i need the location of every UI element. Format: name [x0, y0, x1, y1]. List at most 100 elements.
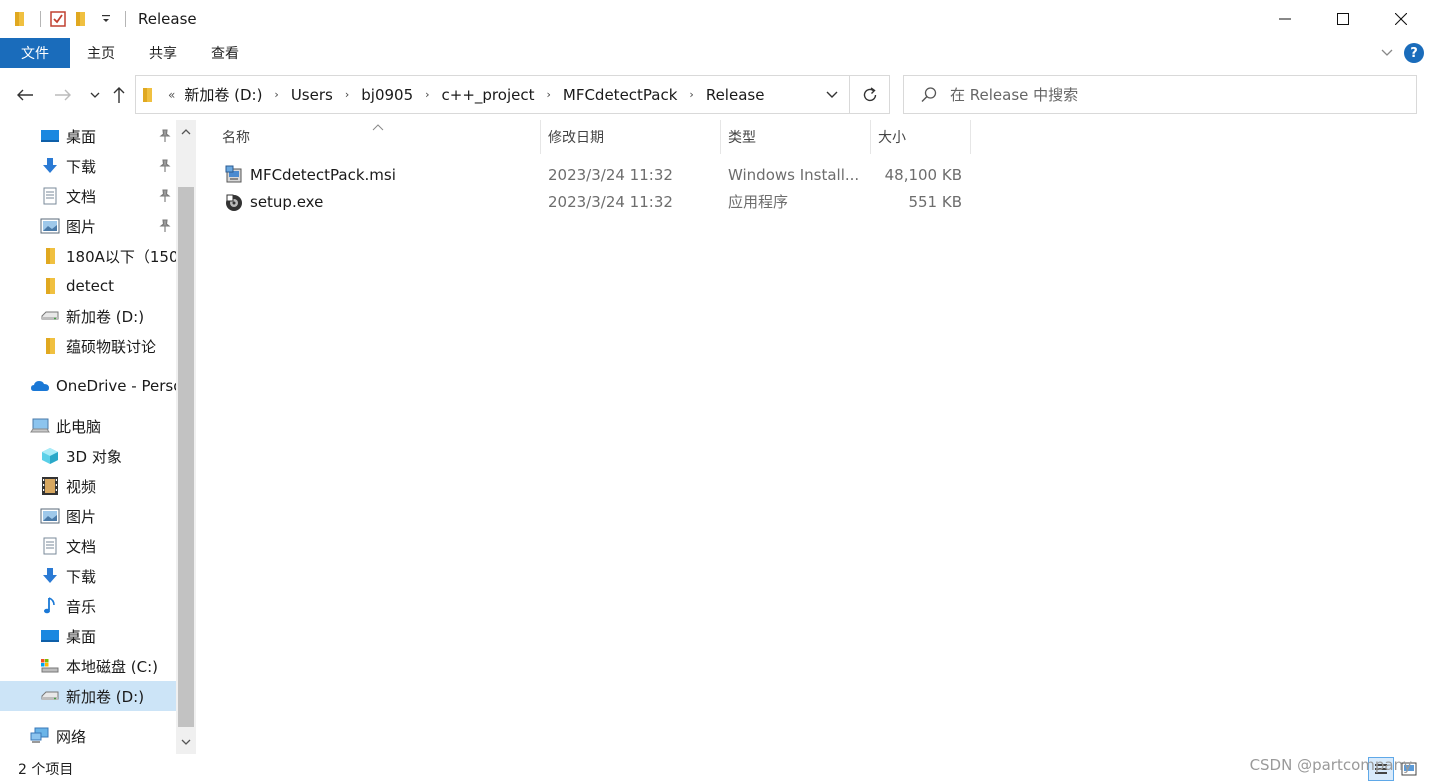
msi-installer-icon [224, 165, 244, 185]
help-icon[interactable]: ? [1404, 43, 1424, 63]
sidebar-item-music[interactable]: 音乐 [0, 591, 176, 621]
sidebar-item-folder-discussion[interactable]: 蕴硕物联讨论 [0, 331, 176, 361]
column-header-modified[interactable]: 修改日期 [540, 120, 720, 154]
sidebar-item-3d-objects[interactable]: 3D 对象 [0, 441, 176, 471]
sidebar-item-label: 新加卷 (D:) [66, 307, 145, 326]
file-modified: 2023/3/24 11:32 [548, 192, 673, 211]
scroll-up-chevron-icon[interactable] [176, 122, 196, 142]
download-icon [40, 156, 60, 176]
toolbar-separator [125, 11, 126, 27]
scroll-thumb[interactable] [178, 187, 194, 727]
picture-icon [40, 506, 60, 526]
tab-share[interactable]: 共享 [132, 38, 194, 68]
properties-icon[interactable] [47, 8, 69, 30]
sidebar-item-label: 此电脑 [56, 417, 102, 436]
breadcrumb-mfcdetectpack[interactable]: MFCdetectPack [563, 86, 678, 104]
computer-icon [30, 416, 50, 436]
sidebar-item-videos[interactable]: 视频 [0, 471, 176, 501]
breadcrumb-users[interactable]: Users [291, 86, 333, 104]
up-level-button[interactable] [106, 82, 132, 108]
file-list: 名称 修改日期 类型 大小 MFCdetectPack.msi 2023/3/2… [196, 120, 1430, 754]
file-name: setup.exe [250, 192, 324, 211]
pin-icon[interactable] [158, 159, 172, 173]
sidebar-item-label: 音乐 [66, 597, 97, 616]
folder-icon [142, 87, 160, 103]
back-button[interactable] [12, 82, 38, 108]
sidebar-item-documents[interactable]: 文档 [0, 531, 176, 561]
sidebar-item-label: OneDrive - Perso [56, 377, 176, 395]
sidebar-item-downloads-pinned[interactable]: 下载 [0, 151, 176, 181]
column-header-type[interactable]: 类型 [720, 120, 870, 154]
close-button[interactable] [1372, 0, 1430, 38]
sidebar-item-label: 180A以下（150 [66, 247, 176, 266]
pin-icon[interactable] [158, 189, 172, 203]
maximize-button[interactable] [1314, 0, 1372, 38]
sidebar-item-onedrive[interactable]: OneDrive - Perso [0, 371, 176, 401]
sidebar-item-documents-pinned[interactable]: 文档 [0, 181, 176, 211]
sidebar-item-desktop[interactable]: 桌面 [0, 621, 176, 651]
sidebar-item-label: 下载 [66, 157, 97, 176]
customize-toolbar-dropdown-icon[interactable] [95, 8, 117, 30]
breadcrumb-chevron-right-icon[interactable]: › [425, 88, 429, 101]
desktop-icon [40, 126, 60, 146]
breadcrumb-release[interactable]: Release [706, 86, 765, 104]
column-header-size[interactable]: 大小 [870, 120, 970, 154]
window-controls [1256, 0, 1430, 38]
sidebar-item-label: 本地磁盘 (C:) [66, 657, 158, 676]
expand-ribbon-chevron-down-icon[interactable] [1378, 44, 1396, 62]
breadcrumb-chevron-right-icon[interactable]: › [274, 88, 278, 101]
breadcrumb-overflow[interactable]: « [168, 88, 175, 102]
breadcrumb-bj0905[interactable]: bj0905 [361, 86, 413, 104]
search-input[interactable] [950, 85, 1390, 104]
sidebar-item-label: 蕴硕物联讨论 [66, 337, 157, 356]
tab-file[interactable]: 文件 [0, 38, 70, 68]
breadcrumb-chevron-right-icon[interactable]: › [345, 88, 349, 101]
recent-locations-chevron-down-icon[interactable] [82, 82, 108, 108]
network-icon [30, 726, 50, 746]
sidebar-item-drive-d[interactable]: 新加卷 (D:) [0, 681, 176, 711]
file-type: Windows Install... [728, 165, 860, 184]
sidebar-scrollbar[interactable] [176, 120, 196, 754]
column-divider[interactable] [970, 120, 971, 154]
sidebar-item-drive-c[interactable]: 本地磁盘 (C:) [0, 651, 176, 681]
new-folder-icon[interactable] [71, 8, 93, 30]
sidebar-item-folder-180a[interactable]: 180A以下（150 [0, 241, 176, 271]
sidebar-item-network[interactable]: 网络 [0, 721, 176, 751]
scroll-down-chevron-icon[interactable] [176, 732, 196, 752]
sidebar-item-pictures[interactable]: 图片 [0, 501, 176, 531]
sidebar-item-label: 图片 [66, 217, 97, 236]
ribbon-right-controls: ? [1378, 38, 1430, 68]
tab-home[interactable]: 主页 [70, 38, 132, 68]
breadcrumb-chevron-right-icon[interactable]: › [689, 88, 693, 101]
address-history-chevron-down-icon[interactable] [823, 86, 841, 104]
refresh-button[interactable] [850, 75, 890, 114]
tab-view[interactable]: 查看 [194, 38, 256, 68]
pin-icon[interactable] [158, 129, 172, 143]
sidebar-item-pictures-pinned[interactable]: 图片 [0, 211, 176, 241]
sidebar-item-label: 3D 对象 [66, 447, 122, 466]
system-drive-icon [40, 656, 60, 676]
minimize-button[interactable] [1256, 0, 1314, 38]
search-box[interactable] [903, 75, 1417, 114]
sidebar-item-desktop-pinned[interactable]: 桌面 [0, 121, 176, 151]
column-header-name[interactable]: 名称 [214, 120, 540, 154]
table-row[interactable]: setup.exe 2023/3/24 11:32 应用程序 551 KB [220, 188, 972, 215]
folder-icon [40, 336, 60, 356]
sidebar-item-drive-d-quick[interactable]: 新加卷 (D:) [0, 301, 176, 331]
breadcrumb-chevron-right-icon[interactable]: › [546, 88, 550, 101]
music-icon [40, 596, 60, 616]
sidebar-item-downloads[interactable]: 下载 [0, 561, 176, 591]
breadcrumb-drive-d[interactable]: 新加卷 (D:) [184, 84, 262, 105]
status-bar: 2 个项目 [0, 754, 1430, 784]
table-row[interactable]: MFCdetectPack.msi 2023/3/24 11:32 Window… [220, 161, 972, 188]
address-bar[interactable]: « 新加卷 (D:) › Users › bj0905 › c++_projec… [135, 75, 850, 114]
breadcrumb-cpp-project[interactable]: c++_project [442, 86, 535, 104]
file-type: 应用程序 [728, 193, 789, 211]
forward-button[interactable] [50, 82, 76, 108]
file-size: 48,100 KB [884, 165, 962, 184]
sidebar-item-label: 网络 [56, 727, 87, 746]
search-icon [920, 86, 938, 104]
pin-icon[interactable] [158, 219, 172, 233]
sidebar-item-folder-detect[interactable]: detect [0, 271, 176, 301]
sidebar-item-this-pc[interactable]: 此电脑 [0, 411, 176, 441]
